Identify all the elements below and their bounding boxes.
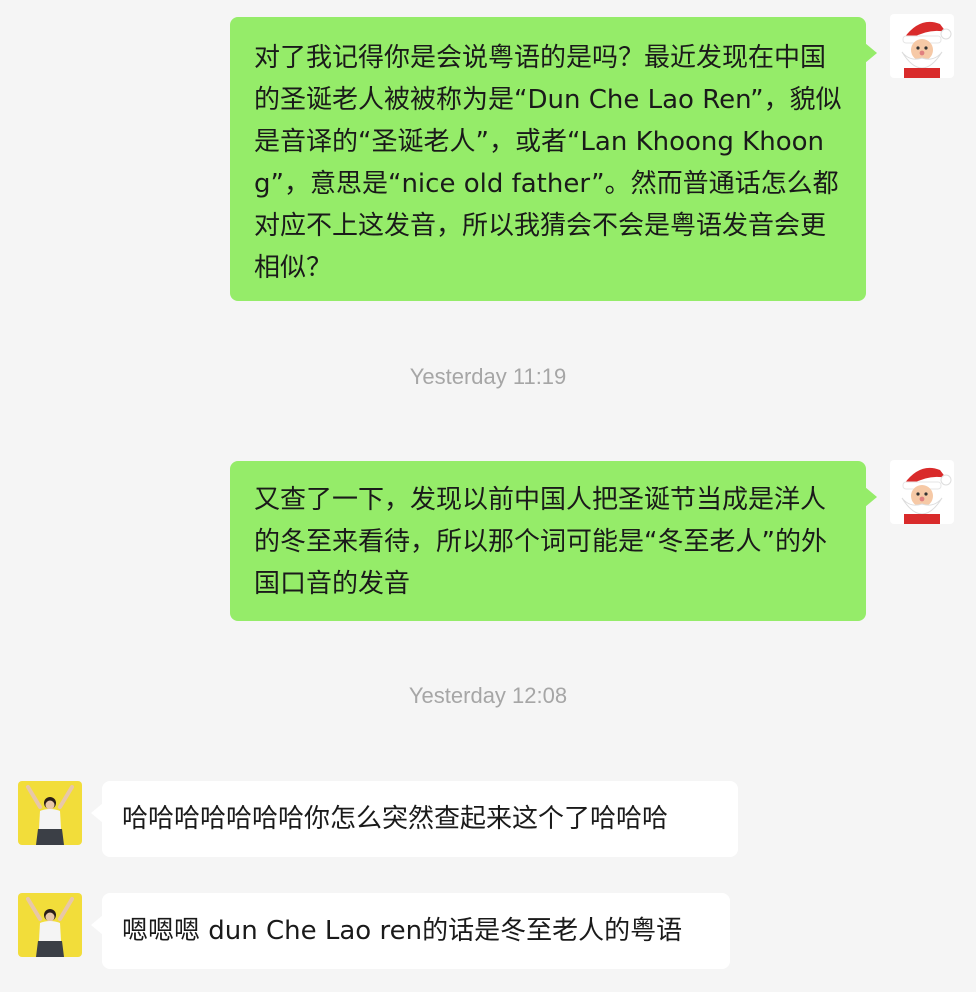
message-bubble-outgoing[interactable]: 对了我记得你是会说粤语的是吗？最近发现在中国的圣诞老人被被称为是“Dun Che… — [230, 17, 877, 301]
santa-avatar[interactable] — [890, 460, 954, 524]
person-avatar-icon — [18, 893, 82, 957]
message-text: 又查了一下，发现以前中国人把圣诞节当成是洋人的冬至来看待，所以那个词可能是“冬至… — [254, 485, 827, 599]
message-text: 嗯嗯嗯 dun Che Lao ren的话是冬至老人的粤语 — [122, 916, 683, 946]
message-bubble-incoming[interactable]: 嗯嗯嗯 dun Che Lao ren的话是冬至老人的粤语 — [91, 893, 730, 969]
contact-avatar[interactable] — [18, 893, 82, 957]
message-text: 对了我记得你是会说粤语的是吗？最近发现在中国的圣诞老人被被称为是“Dun Che… — [254, 43, 842, 283]
santa-icon — [890, 460, 954, 524]
contact-avatar[interactable] — [18, 781, 82, 845]
message-bubble-outgoing[interactable]: 又查了一下，发现以前中国人把圣诞节当成是洋人的冬至来看待，所以那个词可能是“冬至… — [230, 461, 877, 621]
santa-icon — [890, 14, 954, 78]
timestamp: Yesterday 12:08 — [408, 683, 568, 708]
message-text: 哈哈哈哈哈哈哈你怎么突然查起来这个了哈哈哈 — [122, 804, 669, 834]
santa-avatar[interactable] — [890, 14, 954, 78]
person-avatar-icon — [18, 781, 82, 845]
message-bubble-incoming[interactable]: 哈哈哈哈哈哈哈你怎么突然查起来这个了哈哈哈 — [91, 781, 738, 857]
timestamp: Yesterday 11:19 — [409, 364, 567, 389]
